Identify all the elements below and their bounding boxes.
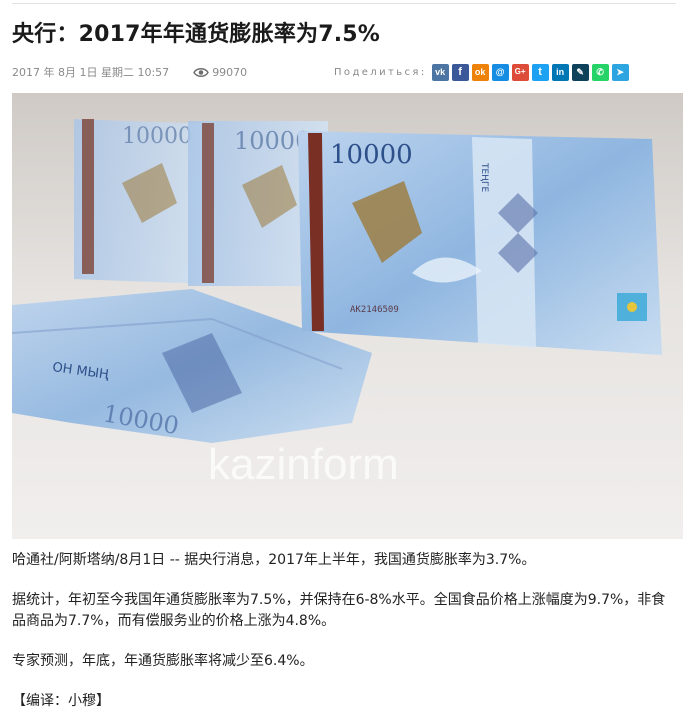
whatsapp-share-button[interactable]: ✆ bbox=[591, 63, 609, 81]
share-label: Поделиться: bbox=[334, 66, 427, 78]
telegram-share-button[interactable]: ➤ bbox=[611, 63, 629, 81]
editor-note: 【编译：小穆】 bbox=[12, 693, 110, 709]
view-count: 99070 bbox=[193, 66, 247, 79]
paragraph-2: 据统计，年初至今我国年通货膨胀率为7.5%，并保持在6-8%水平。全国食品价格上… bbox=[12, 592, 666, 629]
view-count-value: 99070 bbox=[212, 65, 248, 79]
eye-icon bbox=[193, 67, 210, 77]
moimir-share-button[interactable]: @ bbox=[491, 63, 509, 81]
livejournal-share-button[interactable]: ✎ bbox=[571, 63, 589, 81]
note-denomination-back-1: 10000 bbox=[122, 124, 192, 149]
linkedin-share-button[interactable]: in bbox=[551, 63, 569, 81]
publish-date: 2017 年 8月 1日 星期二 10:57 bbox=[12, 66, 170, 79]
article-meta: 2017 年 8月 1日 星期二 10:57 99070 bbox=[12, 64, 247, 80]
banknote-front: 10000 ТЕҢГЕ АК2146509 bbox=[298, 131, 662, 355]
article-title: 央行：2017年年通货膨胀率为7.5% bbox=[12, 22, 381, 47]
paragraph-1: 哈通社/阿斯塔纳/8月1日 -- 据央行消息，2017年上半年，我国通货膨胀率为… bbox=[12, 552, 536, 568]
vk-share-button[interactable]: vk bbox=[431, 63, 449, 81]
share-bar: Поделиться: vk f ok @ G+ t in ✎ ✆ ➤ bbox=[334, 62, 629, 82]
note-currency-front: ТЕҢГЕ bbox=[479, 162, 489, 192]
paragraph-3: 专家预测，年底，年通货膨胀率将减少至6.4%。 bbox=[12, 653, 314, 669]
note-denomination-front: 10000 bbox=[330, 140, 413, 170]
facebook-share-button[interactable]: f bbox=[451, 63, 469, 81]
article-photo: 10000 10000 10000 ТЕҢГЕ АК2146509 ОН МЫҢ… bbox=[12, 93, 683, 539]
odnoklassniki-share-button[interactable]: ok bbox=[471, 63, 489, 81]
note-serial-front: АК2146509 bbox=[350, 305, 399, 315]
twitter-share-button[interactable]: t bbox=[531, 63, 549, 81]
photo-watermark: kazinform bbox=[208, 440, 399, 489]
top-divider bbox=[12, 3, 676, 4]
googleplus-share-button[interactable]: G+ bbox=[511, 63, 529, 81]
